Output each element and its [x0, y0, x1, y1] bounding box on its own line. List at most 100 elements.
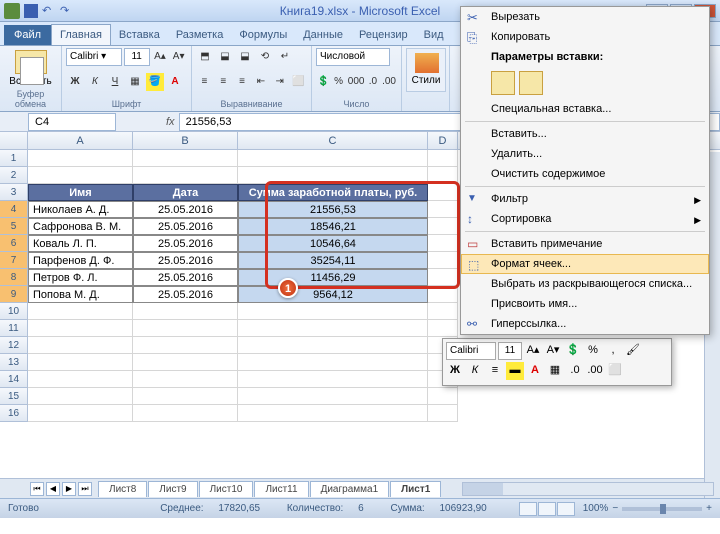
- cell[interactable]: [28, 150, 133, 167]
- cell-date[interactable]: 25.05.2016: [133, 201, 238, 218]
- sheet-tab[interactable]: Лист1: [390, 481, 441, 497]
- cell[interactable]: [133, 167, 238, 184]
- paste-option-2-icon[interactable]: [519, 71, 543, 95]
- col-header-d[interactable]: D: [428, 132, 458, 149]
- merge-icon[interactable]: ⬜: [290, 73, 307, 91]
- col-header-c[interactable]: C: [238, 132, 428, 149]
- sheet-tab[interactable]: Лист9: [148, 481, 197, 497]
- inc-decimal-icon[interactable]: .0: [367, 73, 379, 91]
- cell[interactable]: [28, 388, 133, 405]
- mini-size-select[interactable]: 11: [498, 342, 522, 360]
- border-button[interactable]: ▦: [126, 73, 144, 91]
- row-header[interactable]: 16: [0, 405, 28, 422]
- cell[interactable]: [428, 201, 458, 218]
- row-header[interactable]: 9: [0, 286, 28, 303]
- fx-icon[interactable]: fx: [166, 116, 175, 128]
- row-header[interactable]: 14: [0, 371, 28, 388]
- cell[interactable]: [238, 388, 428, 405]
- fill-color-button[interactable]: 🪣: [146, 73, 164, 91]
- tab-file[interactable]: Файл: [4, 25, 51, 45]
- cell[interactable]: [28, 320, 133, 337]
- row-header[interactable]: 11: [0, 320, 28, 337]
- cm-filter[interactable]: Фильтр▶: [461, 189, 709, 209]
- font-size-select[interactable]: 11: [124, 48, 150, 66]
- cell[interactable]: [28, 371, 133, 388]
- mini-italic-button[interactable]: К: [466, 362, 484, 380]
- cell[interactable]: [133, 337, 238, 354]
- mini-percent-icon[interactable]: %: [584, 342, 602, 360]
- cell[interactable]: [238, 167, 428, 184]
- cm-pick-from-list[interactable]: Выбрать из раскрывающегося списка...: [461, 274, 709, 294]
- dec-decimal-icon[interactable]: .00: [381, 73, 397, 91]
- name-box[interactable]: C4: [28, 113, 116, 131]
- cell-name[interactable]: Парфенов Д. Ф.: [28, 252, 133, 269]
- mini-align-icon[interactable]: ≡: [486, 362, 504, 380]
- cell[interactable]: [238, 150, 428, 167]
- mini-merge-icon[interactable]: ⬜: [606, 362, 624, 380]
- cell[interactable]: [428, 405, 458, 422]
- row-header[interactable]: 7: [0, 252, 28, 269]
- cell[interactable]: [428, 286, 458, 303]
- cell[interactable]: [238, 303, 428, 320]
- cell[interactable]: [428, 320, 458, 337]
- cell-date[interactable]: 25.05.2016: [133, 218, 238, 235]
- cell-name[interactable]: Петров Ф. Л.: [28, 269, 133, 286]
- tab-view[interactable]: Вид: [416, 25, 452, 45]
- cell-sum[interactable]: 35254,11: [238, 252, 428, 269]
- mini-font-color-icon[interactable]: A: [526, 362, 544, 380]
- sheet-tab[interactable]: Лист11: [254, 481, 308, 497]
- mini-dec-decimal-icon[interactable]: .00: [586, 362, 604, 380]
- view-pagebreak-icon[interactable]: [557, 502, 575, 516]
- number-format-select[interactable]: Числовой: [316, 48, 390, 66]
- header-date[interactable]: Дата: [133, 184, 238, 201]
- cell[interactable]: [428, 388, 458, 405]
- zoom-level[interactable]: 100%: [583, 503, 609, 514]
- undo-icon[interactable]: ↶: [42, 4, 56, 18]
- row-header[interactable]: 15: [0, 388, 28, 405]
- indent-inc-icon[interactable]: ⇥: [271, 73, 288, 91]
- cm-format-cells[interactable]: Формат ячеек...: [461, 254, 709, 274]
- header-sum[interactable]: Сумма заработной платы, руб.: [238, 184, 428, 201]
- cell[interactable]: [133, 150, 238, 167]
- row-header[interactable]: 4: [0, 201, 28, 218]
- cell[interactable]: [238, 354, 428, 371]
- bold-button[interactable]: Ж: [66, 73, 84, 91]
- cell-sum[interactable]: 9564,12: [238, 286, 428, 303]
- cell-date[interactable]: 25.05.2016: [133, 252, 238, 269]
- font-color-button[interactable]: A: [166, 73, 184, 91]
- cell[interactable]: [238, 320, 428, 337]
- underline-button[interactable]: Ч: [106, 73, 124, 91]
- cell[interactable]: [133, 405, 238, 422]
- tab-formulas[interactable]: Формулы: [231, 25, 295, 45]
- tab-home[interactable]: Главная: [51, 24, 111, 45]
- comma-icon[interactable]: 000: [347, 73, 365, 91]
- save-icon[interactable]: [24, 4, 38, 18]
- col-header-a[interactable]: A: [28, 132, 133, 149]
- cell[interactable]: [428, 167, 458, 184]
- align-middle-icon[interactable]: ⬓: [216, 48, 234, 66]
- cm-insert-comment[interactable]: Вставить примечание: [461, 234, 709, 254]
- cell-date[interactable]: 25.05.2016: [133, 286, 238, 303]
- col-header-b[interactable]: B: [133, 132, 238, 149]
- row-header[interactable]: 6: [0, 235, 28, 252]
- cell-date[interactable]: 25.05.2016: [133, 269, 238, 286]
- percent-icon[interactable]: %: [332, 73, 344, 91]
- tab-insert[interactable]: Вставка: [111, 25, 168, 45]
- cell-name[interactable]: Сафронова В. М.: [28, 218, 133, 235]
- cell[interactable]: [28, 303, 133, 320]
- cell-name[interactable]: Коваль Л. П.: [28, 235, 133, 252]
- cell-sum[interactable]: 21556,53: [238, 201, 428, 218]
- cm-cut[interactable]: Вырезать: [461, 7, 709, 27]
- mini-bold-button[interactable]: Ж: [446, 362, 464, 380]
- font-name-select[interactable]: Calibri ▾: [66, 48, 122, 66]
- cell-sum[interactable]: 11456,29: [238, 269, 428, 286]
- cell[interactable]: [28, 405, 133, 422]
- styles-button[interactable]: Стили: [406, 48, 446, 92]
- align-bottom-icon[interactable]: ⬓: [236, 48, 254, 66]
- row-header[interactable]: 12: [0, 337, 28, 354]
- cell-sum[interactable]: 10546,64: [238, 235, 428, 252]
- orientation-icon[interactable]: ⟲: [256, 48, 274, 66]
- sheet-tab[interactable]: Лист10: [199, 481, 254, 497]
- indent-dec-icon[interactable]: ⇤: [252, 73, 269, 91]
- horizontal-scrollbar[interactable]: [462, 482, 714, 496]
